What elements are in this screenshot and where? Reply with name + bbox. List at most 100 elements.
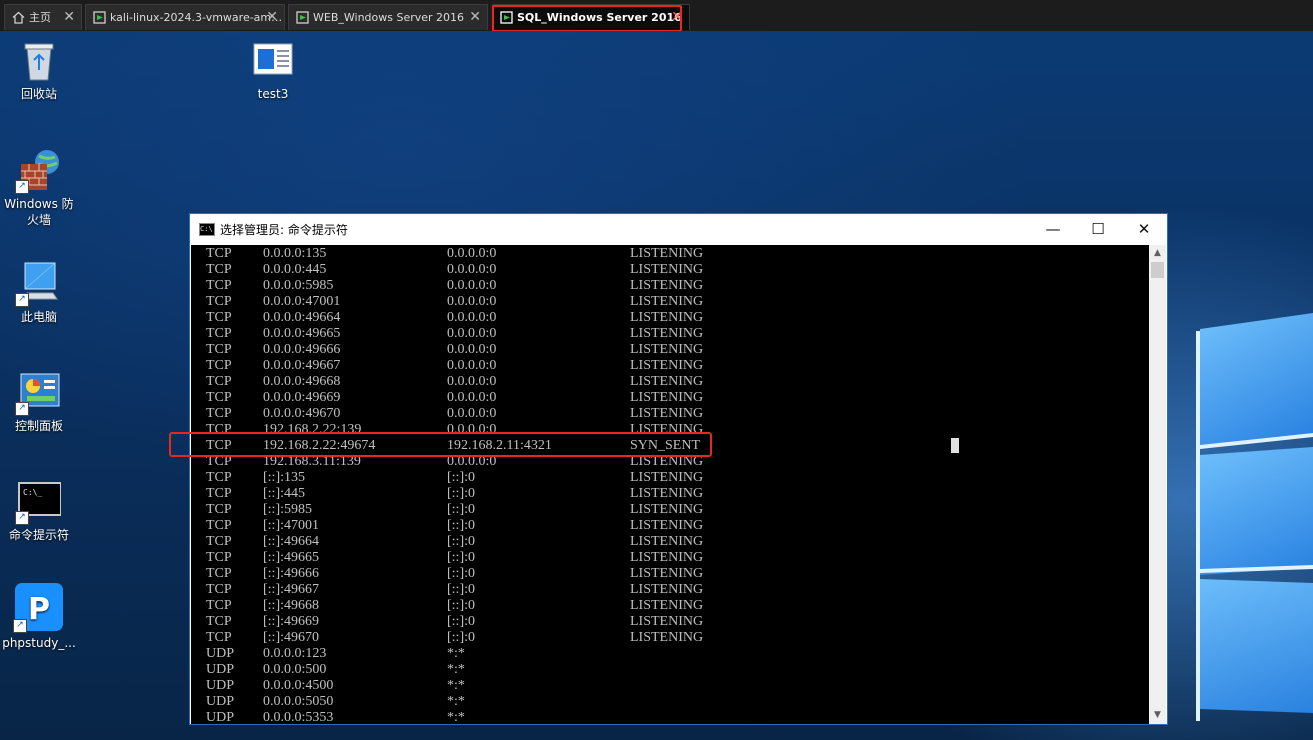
svg-text:P: P	[28, 592, 50, 627]
desktop-icon-label: phpstudy_...	[2, 636, 76, 650]
tab-web-windows-server[interactable]: WEB_Windows Server 2016 ✕	[288, 4, 488, 30]
tab-highlight-box	[492, 5, 682, 32]
netstat-foreign-cell: [::]:0	[447, 486, 475, 501]
netstat-proto-cell: TCP	[206, 502, 232, 517]
minimize-button[interactable]: —	[1030, 214, 1076, 244]
netstat-state-cell: LISTENING	[630, 326, 704, 341]
desktop-icon-this-pc[interactable]: ↗ 此电脑	[0, 261, 78, 325]
shortcut-arrow-icon: ↗	[15, 511, 29, 525]
netstat-local-cell: [::]:49669	[263, 614, 319, 629]
desktop-icon-label: 命令提示符	[8, 528, 69, 542]
netstat-local-cell: [::]:135	[263, 470, 305, 485]
netstat-foreign-cell: [::]:0	[447, 518, 475, 533]
netstat-state-cell: LISTENING	[630, 502, 704, 517]
window-title-bar[interactable]: C:\ 选择管理员: 命令提示符 — ☐ ✕	[190, 214, 1167, 245]
netstat-local-cell: 0.0.0.0:5050	[263, 694, 334, 709]
netstat-state-cell: LISTENING	[630, 582, 704, 597]
netstat-state-cell: LISTENING	[630, 294, 704, 309]
netstat-foreign-cell: *:*	[447, 694, 465, 709]
netstat-local-cell: 0.0.0.0:135	[263, 246, 327, 261]
netstat-local-cell: [::]:49666	[263, 566, 319, 581]
netstat-proto-cell: UDP	[206, 710, 235, 724]
cmd-icon: C:\_ ↗	[15, 479, 62, 525]
desktop-icon-command-prompt[interactable]: C:\_ ↗ 命令提示符	[0, 479, 78, 543]
netstat-local-cell: 0.0.0.0:5353	[263, 710, 334, 724]
netstat-foreign-cell: 0.0.0.0:0	[447, 342, 497, 357]
netstat-proto-cell: TCP	[206, 534, 232, 549]
netstat-state-cell: LISTENING	[630, 358, 704, 373]
recycle-bin-icon	[17, 38, 61, 82]
tab-label: kali-linux-2024.3-vmware-am…	[110, 11, 283, 24]
vertical-scrollbar[interactable]: ▲ ▼	[1149, 245, 1166, 724]
scroll-up-icon[interactable]: ▲	[1149, 245, 1166, 262]
scroll-down-icon[interactable]: ▼	[1149, 707, 1166, 724]
desktop-icon-test3[interactable]: test3	[234, 38, 312, 102]
netstat-state-cell: LISTENING	[630, 550, 704, 565]
computer-icon: ↗	[15, 261, 61, 307]
desktop-icon-recycle-bin[interactable]: 回收站	[0, 38, 78, 102]
netstat-foreign-cell: 0.0.0.0:0	[447, 406, 497, 421]
desktop-icon-label: 控制面板	[14, 419, 63, 433]
shortcut-arrow-icon: ↗	[15, 402, 29, 416]
netstat-state-cell: LISTENING	[630, 374, 704, 389]
desktop-icon-label: test3	[257, 87, 289, 101]
netstat-foreign-cell: 0.0.0.0:0	[447, 262, 497, 277]
tab-kali-linux[interactable]: kali-linux-2024.3-vmware-am… ✕	[85, 4, 285, 30]
netstat-foreign-cell: 0.0.0.0:0	[447, 310, 497, 325]
maximize-button[interactable]: ☐	[1075, 214, 1121, 244]
netstat-state-cell: LISTENING	[630, 518, 704, 533]
netstat-local-cell: [::]:49668	[263, 598, 319, 613]
netstat-state-cell: LISTENING	[630, 630, 704, 645]
netstat-foreign-cell: 0.0.0.0:0	[447, 374, 497, 389]
netstat-proto-cell: TCP	[206, 518, 232, 533]
desktop-icon-windows-firewall[interactable]: ↗ Windows 防火墙	[0, 148, 78, 228]
command-prompt-window[interactable]: C:\ 选择管理员: 命令提示符 — ☐ ✕ TCP 0.0.0.0:135 0.0…	[189, 213, 1168, 725]
shortcut-arrow-icon: ↗	[15, 293, 29, 307]
desktop-icon-label: 此电脑	[20, 310, 57, 324]
netstat-foreign-cell: 0.0.0.0:0	[447, 358, 497, 373]
netstat-foreign-cell: [::]:0	[447, 598, 475, 613]
netstat-state-cell: LISTENING	[630, 470, 704, 485]
netstat-local-cell: [::]:49665	[263, 550, 319, 565]
netstat-proto-cell: TCP	[206, 598, 232, 613]
netstat-proto-cell: TCP	[206, 406, 232, 421]
desktop-icon-phpstudy[interactable]: P ↗ phpstudy_...	[0, 583, 78, 651]
close-icon[interactable]: ✕	[63, 5, 75, 30]
console-output[interactable]: TCP 0.0.0.0:135 0.0.0.0:0 LISTENING TCP 0.0.0…	[191, 245, 1149, 724]
netstat-foreign-cell: *:*	[447, 678, 465, 693]
netstat-proto-cell: TCP	[206, 358, 232, 373]
window-title: 选择管理员: 命令提示符	[220, 223, 348, 237]
netstat-local-cell: 0.0.0.0:4500	[263, 678, 334, 693]
netstat-foreign-cell: 0.0.0.0:0	[447, 278, 497, 293]
close-icon[interactable]: ✕	[266, 5, 278, 30]
netstat-foreign-cell: 0.0.0.0:0	[447, 326, 497, 341]
close-button[interactable]: ✕	[1121, 214, 1167, 244]
netstat-proto-cell: UDP	[206, 662, 235, 677]
netstat-foreign-cell: [::]:0	[447, 502, 475, 517]
desktop-icon-label: Windows 防火墙	[4, 197, 74, 227]
netstat-state-cell: LISTENING	[630, 406, 704, 421]
netstat-state-cell: LISTENING	[630, 278, 704, 293]
netstat-proto-cell: UDP	[206, 694, 235, 709]
netstat-foreign-cell: [::]:0	[447, 582, 475, 597]
netstat-state-cell: LISTENING	[630, 246, 704, 261]
firewall-icon: ↗	[15, 148, 61, 194]
netstat-proto-cell: TCP	[206, 262, 232, 277]
netstat-foreign-cell: [::]:0	[447, 566, 475, 581]
desktop-icon-label: 回收站	[20, 87, 57, 101]
netstat-proto-cell: TCP	[206, 582, 232, 597]
desktop-icon-control-panel[interactable]: ↗ 控制面板	[0, 370, 78, 434]
netstat-proto-cell: TCP	[206, 566, 232, 581]
netstat-proto-cell: TCP	[206, 550, 232, 565]
netstat-proto-cell: TCP	[206, 486, 232, 501]
scrollbar-thumb[interactable]	[1151, 262, 1164, 278]
tab-home[interactable]: 主页 ✕	[4, 4, 82, 30]
netstat-local-cell: 0.0.0.0:49665	[263, 326, 341, 341]
tab-label: 主页	[29, 11, 51, 24]
netstat-local-cell: 0.0.0.0:49666	[263, 342, 341, 357]
close-icon[interactable]: ✕	[469, 5, 481, 30]
control-panel-icon: ↗	[15, 370, 61, 416]
netstat-proto-cell: TCP	[206, 326, 232, 341]
vm-icon	[93, 11, 106, 24]
netstat-state-cell: LISTENING	[630, 262, 704, 277]
